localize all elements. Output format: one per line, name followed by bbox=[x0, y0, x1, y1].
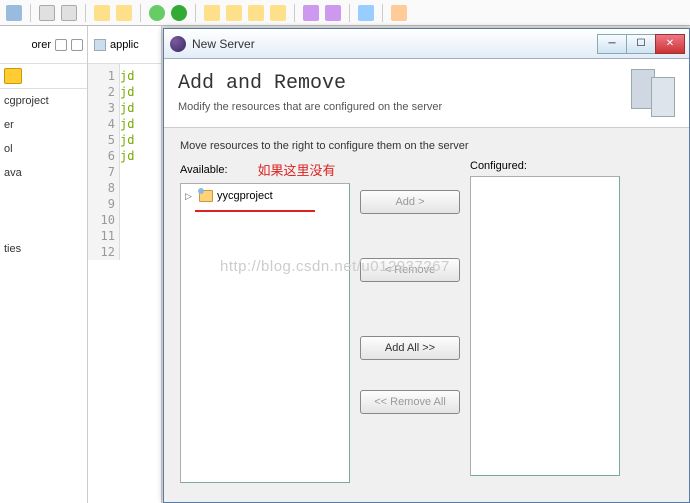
instruction-text: Move resources to the right to configure… bbox=[180, 140, 673, 152]
tool-icon[interactable] bbox=[116, 5, 132, 21]
tool-icon[interactable] bbox=[303, 5, 319, 21]
annotation-text: 如果这里没有 bbox=[258, 160, 336, 179]
tool-icon[interactable] bbox=[325, 5, 341, 21]
tree-item[interactable]: ties bbox=[4, 243, 83, 255]
link-editor-icon[interactable] bbox=[4, 68, 22, 84]
expand-icon[interactable]: ▷ bbox=[185, 191, 195, 202]
minimize-icon[interactable] bbox=[55, 39, 67, 51]
dialog-titlebar[interactable]: New Server ─ ☐ ✕ bbox=[164, 29, 689, 59]
tool-icon[interactable] bbox=[358, 5, 374, 21]
tool-icon[interactable] bbox=[204, 5, 220, 21]
tool-icon[interactable] bbox=[39, 5, 55, 21]
code-content[interactable]: jdjdjd jdjdjd bbox=[120, 64, 134, 164]
project-name: yycgproject bbox=[217, 190, 273, 202]
tool-icon[interactable] bbox=[391, 5, 407, 21]
editor-tab-label[interactable]: applic bbox=[110, 39, 139, 51]
tree-item[interactable]: cgproject bbox=[4, 95, 83, 107]
configured-listbox[interactable] bbox=[470, 176, 620, 476]
tree-item[interactable]: er bbox=[4, 119, 83, 131]
debug-icon[interactable] bbox=[149, 5, 165, 21]
tree-item[interactable]: ol bbox=[4, 143, 83, 155]
tool-icon[interactable] bbox=[226, 5, 242, 21]
dialog-header: Add and Remove Modify the resources that… bbox=[164, 59, 689, 128]
minimize-button[interactable]: ─ bbox=[597, 34, 627, 54]
collapse-icon[interactable] bbox=[26, 68, 40, 82]
ide-toolbar bbox=[0, 0, 690, 26]
tool-icon[interactable] bbox=[6, 5, 22, 21]
tree-item[interactable]: ava bbox=[4, 167, 83, 179]
maximize-button[interactable]: ☐ bbox=[626, 34, 656, 54]
line-gutter: 123456 789101112 bbox=[88, 64, 120, 260]
dialog-title: New Server bbox=[192, 37, 598, 51]
dialog-heading: Add and Remove bbox=[178, 72, 621, 95]
editor-panel: applic 123456 789101112 jdjdjd jdjdjd bbox=[88, 26, 162, 503]
add-all-button[interactable]: Add All >> bbox=[360, 336, 460, 360]
tool-icon[interactable] bbox=[61, 5, 77, 21]
add-button[interactable]: Add > bbox=[360, 190, 460, 214]
server-icon bbox=[621, 69, 675, 115]
eclipse-icon bbox=[170, 36, 186, 52]
available-label: Available: bbox=[180, 164, 228, 176]
configured-label: Configured: bbox=[470, 160, 527, 172]
maximize-icon[interactable] bbox=[71, 39, 83, 51]
tool-icon[interactable] bbox=[94, 5, 110, 21]
annotation-underline bbox=[195, 210, 315, 212]
list-item[interactable]: ▷ yycgproject bbox=[185, 188, 345, 204]
available-listbox[interactable]: ▷ yycgproject bbox=[180, 183, 350, 483]
dialog-subheading: Modify the resources that are configured… bbox=[178, 101, 621, 113]
project-explorer-panel: orer cgproject er ol ava ties bbox=[0, 26, 88, 503]
tool-icon[interactable] bbox=[270, 5, 286, 21]
tool-icon[interactable] bbox=[248, 5, 264, 21]
file-icon bbox=[94, 39, 106, 51]
explorer-title: orer bbox=[31, 39, 51, 51]
close-button[interactable]: ✕ bbox=[655, 34, 685, 54]
remove-button[interactable]: < Remove bbox=[360, 258, 460, 282]
remove-all-button[interactable]: << Remove All bbox=[360, 390, 460, 414]
run-icon[interactable] bbox=[171, 5, 187, 21]
project-icon bbox=[199, 190, 213, 202]
new-server-dialog: New Server ─ ☐ ✕ Add and Remove Modify t… bbox=[163, 28, 690, 503]
